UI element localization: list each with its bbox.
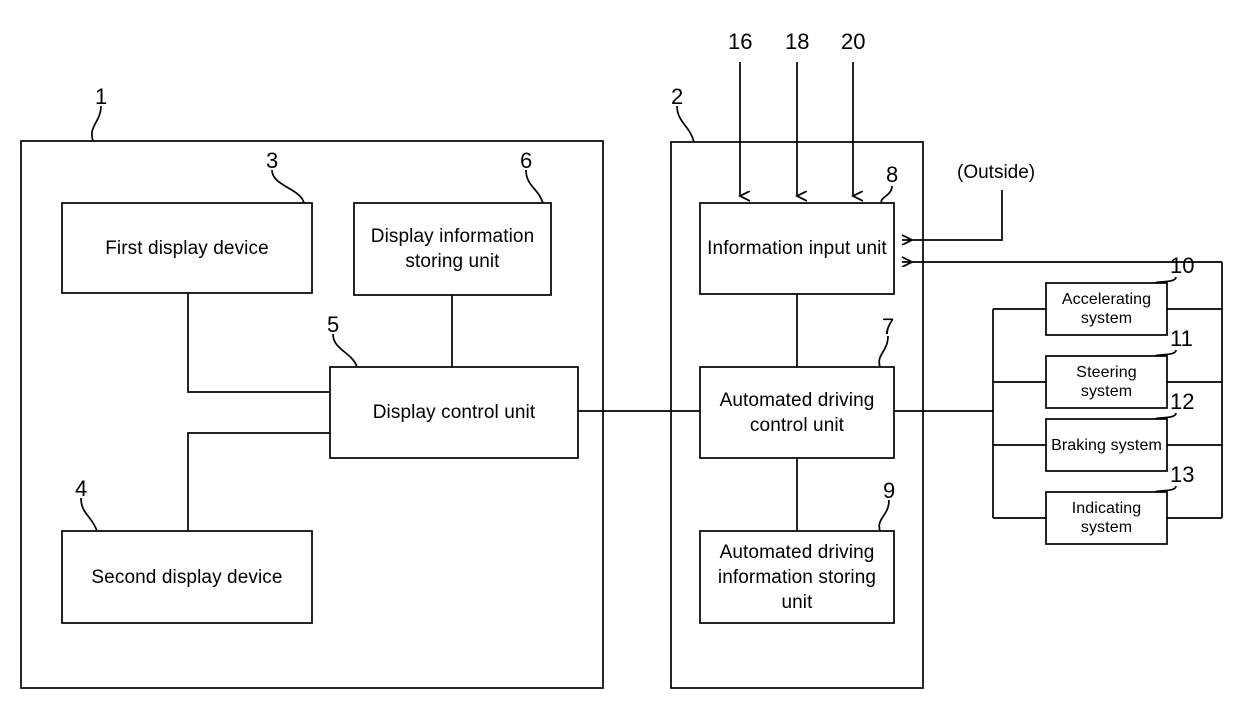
block-second-display-device[interactable]	[61, 530, 313, 624]
connector-first-display-to-control	[187, 293, 330, 393]
ref-numeral-18: 18	[785, 29, 810, 54]
ref-numeral-9: 9	[883, 478, 896, 503]
ref-numeral-7: 7	[882, 314, 895, 339]
ref-numeral-1: 1	[95, 84, 108, 109]
block-display-control-unit[interactable]	[329, 366, 579, 459]
outside-input-arrow	[902, 190, 1003, 240]
ref-numeral-4: 4	[75, 476, 88, 501]
connector-second-display-to-control	[187, 432, 330, 531]
ref-numeral-20: 20	[841, 29, 866, 54]
block-first-display-device[interactable]	[61, 202, 313, 294]
figure-canvas: First display device Display information…	[0, 0, 1240, 720]
block-steering-system[interactable]	[1045, 355, 1168, 409]
ref-numeral-6: 6	[520, 148, 533, 173]
block-automated-driving-control-unit[interactable]	[699, 366, 895, 459]
block-information-input-unit[interactable]	[699, 202, 895, 295]
system-bus-left	[894, 308, 1046, 519]
ref-numeral-8: 8	[886, 162, 899, 187]
ref-numeral-13: 13	[1170, 462, 1195, 487]
ref-numeral-11: 11	[1170, 326, 1193, 351]
block-accelerating-system[interactable]	[1045, 282, 1168, 336]
block-automated-driving-information-storing-unit[interactable]	[699, 530, 895, 624]
block-indicating-system[interactable]	[1045, 491, 1168, 545]
diagram-svg	[20, 62, 1223, 689]
outside-annotation-label: (Outside)	[957, 162, 1036, 183]
block-display-information-storing-unit[interactable]	[353, 202, 552, 296]
block-braking-system[interactable]	[1045, 418, 1168, 472]
ref-numeral-16: 16	[728, 29, 753, 54]
ref-numeral-5: 5	[327, 312, 340, 337]
ref-numeral-12: 12	[1170, 389, 1195, 414]
ref-numeral-10: 10	[1170, 253, 1195, 278]
ref-numeral-2: 2	[671, 84, 684, 109]
ref-numeral-3: 3	[266, 148, 279, 173]
